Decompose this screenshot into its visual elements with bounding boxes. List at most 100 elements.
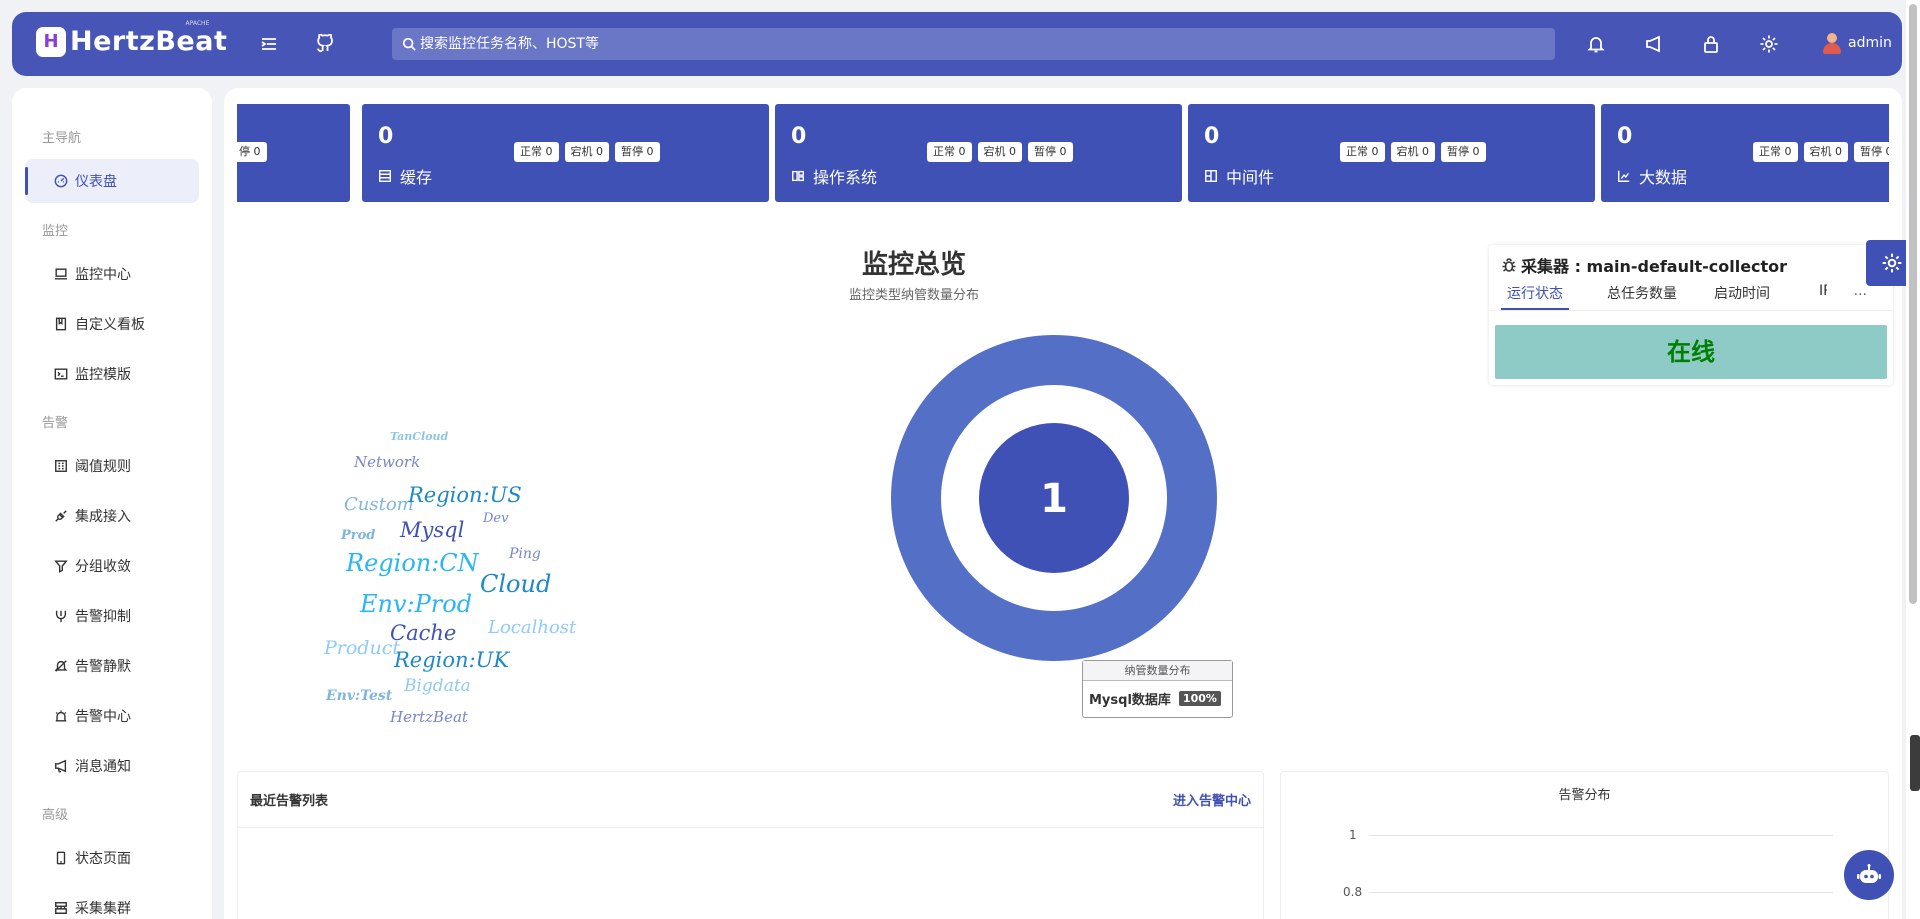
- cloud-tag[interactable]: Cloud: [480, 570, 551, 598]
- sidebar-item-label: 仪表盘: [75, 174, 117, 190]
- donut-center-value: 1: [1040, 476, 1068, 522]
- collector-tabs: 运行状态 总任务数量 启动时间 IP ···: [1489, 283, 1893, 311]
- grid-line: [1369, 835, 1833, 836]
- tooltip-title: 纳管数量分布: [1083, 661, 1232, 681]
- status-tag-normal: 正常 0: [1753, 142, 1798, 162]
- sidebar-item-custom-board[interactable]: 自定义看板: [25, 302, 199, 346]
- monitor-type-cards: 停 0 0 缓存 正常 0 宕机 0 暂停 0 0 操作系统 正常 0 宕机 0…: [237, 104, 1889, 202]
- sidebar-item-templates[interactable]: 监控模版: [25, 352, 199, 396]
- status-tag-normal: 正常 0: [1340, 142, 1385, 162]
- stat-count: 0: [378, 124, 394, 149]
- cloud-tag[interactable]: Bigdata: [404, 676, 471, 696]
- sidebar-item-alert-center[interactable]: 告警中心: [25, 694, 199, 738]
- sidebar-item-grouping[interactable]: 分组收敛: [25, 544, 199, 588]
- cloud-tag[interactable]: Prod: [341, 528, 375, 543]
- tab-ip[interactable]: IP: [1819, 283, 1827, 310]
- overview-subtitle: 监控类型纳管数量分布: [848, 288, 979, 303]
- cloud-tag[interactable]: Localhost: [488, 617, 576, 638]
- bug-icon: [1502, 258, 1516, 272]
- sidebar-item-notification[interactable]: 消息通知: [25, 744, 199, 788]
- status-tag-paused: 暂停 0: [615, 142, 660, 162]
- tab-start-time[interactable]: 启动时间: [1714, 283, 1770, 310]
- stat-card-cache[interactable]: 0 缓存 正常 0 宕机 0 暂停 0: [362, 104, 769, 202]
- alarm-icon: [53, 708, 69, 724]
- scrollbar-thumb[interactable]: [1909, 4, 1917, 604]
- sidebar-item-inhibit[interactable]: 告警抑制: [25, 594, 199, 638]
- stat-card-middleware[interactable]: 0 中间件 正常 0 宕机 0 暂停 0: [1188, 104, 1595, 202]
- tooltip-percent: 100%: [1178, 691, 1221, 706]
- sidebar-item-status-page[interactable]: 状态页面: [25, 836, 199, 880]
- sidebar-item-silence[interactable]: 告警静默: [25, 644, 199, 688]
- cloud-tag[interactable]: HertzBeat: [390, 708, 468, 726]
- cloud-tag[interactable]: Dev: [483, 511, 508, 526]
- cluster-icon: [53, 900, 69, 916]
- cloud-tag[interactable]: Env:Prod: [360, 590, 472, 618]
- stat-label: 中间件: [1226, 168, 1275, 187]
- tabs-more-button[interactable]: ···: [1854, 287, 1867, 303]
- menu-fold-icon[interactable]: [257, 32, 281, 56]
- sidebar-item-label: 采集集群: [75, 901, 131, 917]
- cloud-tag[interactable]: Mysql: [400, 518, 464, 542]
- logo[interactable]: H HertzBeat APACHE: [36, 20, 228, 57]
- github-icon[interactable]: [313, 32, 337, 56]
- sidebar-item-label: 状态页面: [75, 851, 131, 867]
- alert-distribution-title: 告警分布: [1558, 788, 1611, 803]
- user-menu[interactable]: admin: [1822, 32, 1892, 54]
- chart-tooltip: 纳管数量分布 Mysql数据库 100%: [1082, 660, 1233, 718]
- ai-assistant-button[interactable]: [1844, 850, 1894, 900]
- stat-card-bigdata[interactable]: 0 大数据 正常 0 宕机 0 暂停 0: [1601, 104, 1889, 202]
- sidebar-group-monitor: 监控: [42, 224, 69, 239]
- tab-total-tasks[interactable]: 总任务数量: [1607, 283, 1677, 310]
- stat-label: 操作系统: [813, 168, 878, 187]
- sidebar-group-alert: 告警: [42, 416, 69, 431]
- bell-icon[interactable]: [1584, 32, 1608, 56]
- sidebar-item-dashboard[interactable]: 仪表盘: [25, 159, 199, 203]
- logo-text: HertzBeat APACHE: [70, 20, 228, 57]
- search-box[interactable]: [392, 28, 1555, 60]
- cloud-tag[interactable]: Env:Test: [326, 688, 392, 704]
- sidebar-item-label: 告警静默: [75, 659, 131, 675]
- dashboard-icon: [53, 173, 69, 189]
- collector-title: 采集器 : main-default-collector: [1521, 257, 1788, 276]
- monitor-donut-chart: 1: [890, 335, 1217, 661]
- tag-cloud: TanCloud Network Custom Region:US Dev Pr…: [284, 338, 604, 726]
- gear-icon[interactable]: [1757, 32, 1781, 56]
- cloud-tag[interactable]: Network: [354, 453, 420, 471]
- cloud-tag[interactable]: TanCloud: [390, 430, 448, 443]
- search-input[interactable]: [420, 36, 1320, 52]
- goto-alert-center-link[interactable]: 进入告警中心: [1173, 790, 1251, 809]
- lock-icon[interactable]: [1699, 32, 1723, 56]
- cloud-tag[interactable]: Region:US: [408, 483, 522, 507]
- tab-run-status[interactable]: 运行状态: [1501, 283, 1569, 310]
- grid-line: [1369, 892, 1833, 893]
- logo-name: HertzBeat: [70, 26, 228, 57]
- cloud-tag[interactable]: Region:CN: [346, 549, 479, 577]
- sidebar-item-label: 消息通知: [75, 759, 131, 775]
- y-tick-label: 0.8: [1343, 885, 1363, 899]
- status-tag: 停 0: [237, 142, 267, 162]
- broadcast-icon[interactable]: [1642, 32, 1666, 56]
- side-drag-handle[interactable]: [1910, 735, 1920, 791]
- status-tag-normal: 正常 0: [514, 142, 559, 162]
- sidebar-item-integration[interactable]: 集成接入: [25, 494, 199, 538]
- sidebar-item-threshold[interactable]: 阈值规则: [25, 444, 199, 488]
- cloud-tag[interactable]: Product: [324, 637, 400, 659]
- stat-card-partial[interactable]: 停 0: [237, 104, 350, 202]
- code-icon: [53, 366, 69, 382]
- gear-icon: [1882, 253, 1902, 273]
- status-tag-down: 宕机 0: [564, 142, 609, 162]
- cloud-tag[interactable]: Custom: [344, 494, 414, 515]
- cloud-tag[interactable]: Region:UK: [394, 648, 509, 672]
- status-tag-paused: 暂停 0: [1854, 142, 1889, 162]
- fork-icon: [53, 608, 69, 624]
- tooltip-label: Mysql数据库: [1089, 693, 1171, 708]
- cloud-tag[interactable]: Ping: [509, 546, 541, 562]
- recent-alerts-panel: 最近告警列表 进入告警中心: [237, 771, 1264, 919]
- stat-card-os[interactable]: 0 操作系统 正常 0 宕机 0 暂停 0: [775, 104, 1182, 202]
- search-icon: [402, 37, 416, 51]
- sidebar-item-monitor-center[interactable]: 监控中心: [25, 252, 199, 296]
- logo-mark: H: [36, 26, 66, 57]
- sidebar-item-label: 告警抑制: [75, 609, 131, 625]
- sidebar-item-collector-cluster[interactable]: 采集集群: [25, 886, 199, 919]
- status-tag-down: 宕机 0: [977, 142, 1022, 162]
